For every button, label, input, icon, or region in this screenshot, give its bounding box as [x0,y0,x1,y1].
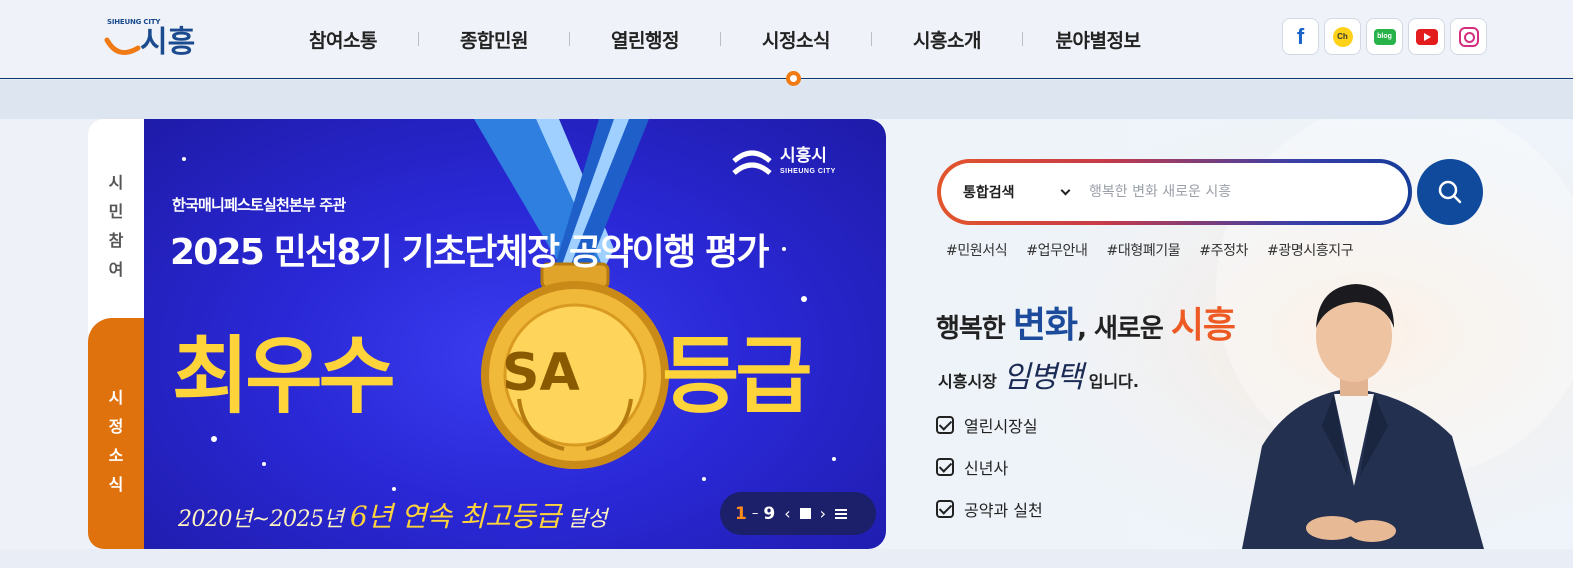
mayor-photo [1242,284,1484,549]
banner-grade-badge: SA [502,343,580,403]
tag-work-guide[interactable]: #업무안내 [1026,240,1088,260]
facebook-icon: f [1296,23,1305,49]
banner-pager: 1 – 9 ‹ › [720,492,876,535]
site-header: 시흥 SIHEUNG CITY 참여소통 종합민원 열린행정 시정소식 시흥소개… [0,0,1573,79]
banner-grade-right: 등급 [662,327,813,425]
sns-links: f Ch blog [1282,18,1487,55]
logo-text: 시흥 [140,25,195,60]
youtube-icon [1415,28,1438,45]
link-new-year-address[interactable]: 신년사 [936,455,1043,479]
instagram-icon [1458,26,1479,47]
nav-field-info[interactable]: 분야별정보 [1023,26,1173,53]
tab-citizen-participation-label[interactable]: 시 민 참 여 [88,168,144,284]
pager-total: 9 [763,503,776,524]
blog-icon: blog [1373,28,1396,45]
banner-city-logo: 시흥시 SIHEUNG CITY [730,147,836,181]
mayor-name: 임병택 [1002,360,1084,395]
nav-active-indicator [786,71,801,86]
prev-slide-icon[interactable]: ‹ [784,504,790,523]
link-open-mayor-office[interactable]: 열린시장실 [936,413,1043,437]
checkbox-icon [936,416,954,434]
checkbox-icon [936,500,954,518]
search-scope-select[interactable]: 통합검색 [941,182,1071,202]
search-bar: 통합검색 [937,159,1412,225]
nav-about-siheung[interactable]: 시흥소개 [872,26,1022,53]
instagram-button[interactable] [1450,18,1487,55]
search-icon [1438,180,1462,204]
nav-civil-service[interactable]: 종합민원 [419,26,569,53]
banner-organizer: 한국매니페스토실천본부 주관 [172,196,346,214]
banner-title: 2025 민선8기 기초단체장 공약이행 평가 [170,232,769,273]
logo-english: SIHEUNG CITY [107,18,161,26]
nav-participation[interactable]: 참여소통 [268,26,418,53]
search-input[interactable] [1071,184,1408,200]
banner-logo-korean: 시흥시 [780,146,827,166]
kakao-channel-icon: Ch [1332,26,1353,47]
mayor-intro: 시흥시장 임병택 입니다. [938,352,1139,396]
menu-list-icon[interactable] [835,508,847,519]
tag-civil-forms[interactable]: #민원서식 [946,240,1008,260]
banner-logo-english: SIHEUNG CITY [780,168,836,175]
next-slide-icon[interactable]: › [820,504,826,523]
pager-current: 1 [735,503,747,524]
facebook-button[interactable]: f [1282,18,1319,55]
link-pledges[interactable]: 공약과 실천 [936,497,1043,521]
site-logo[interactable]: 시흥 SIHEUNG CITY [104,14,204,62]
search-button[interactable] [1417,159,1483,225]
blog-button[interactable]: blog [1366,18,1403,55]
tab-city-news-label[interactable]: 시 정 소 식 [88,383,144,499]
banner-grade-left: 최우수 [172,327,396,425]
banner-subtitle: 2020년~2025년 6년 연속 최고등급 달성 [178,500,607,533]
popular-tags: #민원서식 #업무안내 #대형폐기물 #주정차 #광명시흥지구 [946,240,1354,260]
header-band [0,80,1573,119]
mayor-title: 시흥시장 [938,372,997,391]
nav-city-news[interactable]: 시정소식 [721,26,871,53]
bottom-strip [0,549,1573,568]
city-emblem-icon [732,150,772,175]
stop-icon[interactable] [799,508,811,519]
tag-bulky-waste[interactable]: #대형폐기물 [1107,240,1181,260]
chevron-down-icon [1060,185,1071,195]
mayor-suffix: 입니다. [1088,372,1139,391]
mayor-links: 열린시장실 신년사 공약과 실천 [936,413,1043,521]
city-slogan: 행복한 변화, 새로운 시흥 [936,305,1236,346]
tag-gwangmyeong-siheung[interactable]: #광명시흥지구 [1267,240,1354,260]
main-banner-slide[interactable]: 시흥시 SIHEUNG CITY 한국매니페스토실천본부 주관 2025 민선8… [144,119,886,549]
youtube-button[interactable] [1408,18,1445,55]
kakao-channel-button[interactable]: Ch [1324,18,1361,55]
nav-open-admin[interactable]: 열린행정 [570,26,720,53]
tag-parking[interactable]: #주정차 [1199,240,1248,260]
main-nav: 참여소통 종합민원 열린행정 시정소식 시흥소개 분야별정보 [268,0,1173,78]
checkbox-icon [936,458,954,476]
